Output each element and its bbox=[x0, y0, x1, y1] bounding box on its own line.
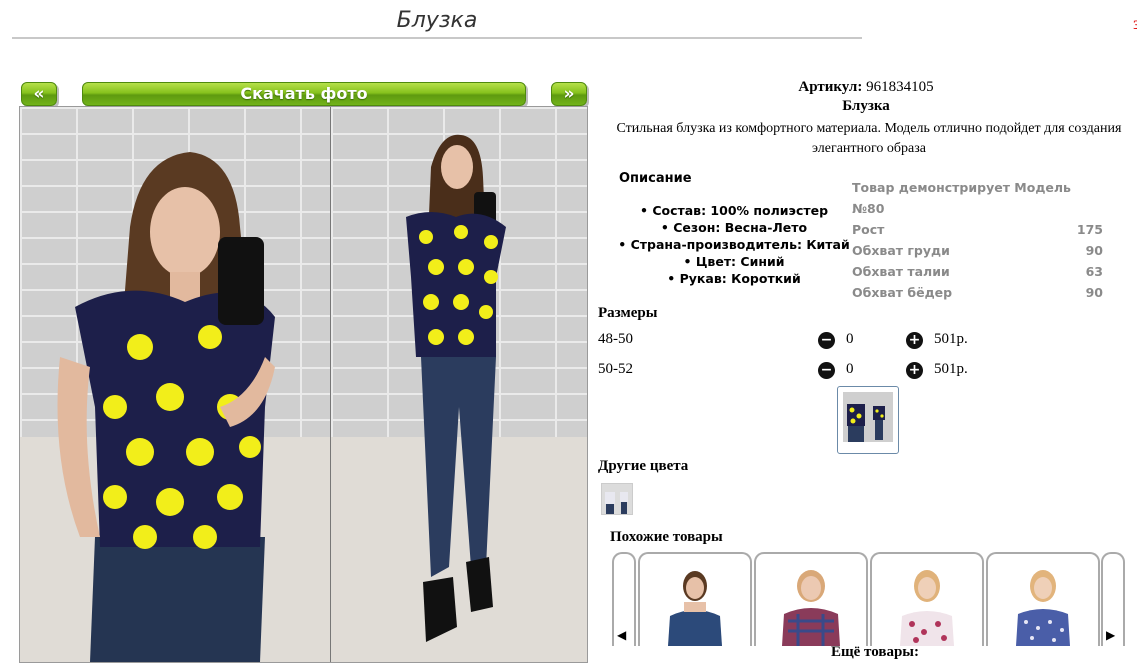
similar-title: Похожие товары bbox=[610, 529, 723, 545]
similar-product-image bbox=[900, 570, 954, 646]
more-products-label: Ещё товары: bbox=[830, 644, 920, 660]
details-title: Описание bbox=[619, 171, 692, 186]
article-value: 961834105 bbox=[866, 79, 934, 95]
model-measurements: Товар демонстрирует Модель №80 Рост 175 О… bbox=[852, 177, 1103, 303]
detail-item: Сезон: Весна-Лето bbox=[604, 219, 864, 236]
other-color-image bbox=[602, 484, 632, 514]
sizes-title: Размеры bbox=[598, 305, 658, 321]
similar-product-image bbox=[782, 570, 840, 646]
photo-right-half bbox=[331, 107, 587, 662]
model-front-image bbox=[57, 152, 275, 662]
model-full-image bbox=[406, 134, 506, 642]
carousel-prev-icon[interactable]: ◀ bbox=[612, 552, 636, 646]
detail-item: Цвет: Синий bbox=[604, 253, 864, 270]
article-label: Артикул: bbox=[798, 79, 863, 95]
model-row: Обхват бёдер 90 bbox=[852, 285, 1103, 300]
model-title: Товар демонстрирует Модель №80 bbox=[852, 180, 1071, 216]
size-quantity: 0 bbox=[846, 361, 854, 377]
detail-item: Состав: 100% полиэстер bbox=[604, 202, 864, 219]
model-row: Обхват талии 63 bbox=[852, 264, 1103, 279]
detail-item: Рукав: Короткий bbox=[604, 270, 864, 287]
size-label: 50-52 bbox=[598, 361, 633, 377]
thumbnail-image bbox=[843, 392, 893, 442]
page-title: Блузка bbox=[12, 6, 862, 39]
similar-product-image bbox=[668, 571, 722, 646]
size-quantity: 0 bbox=[846, 331, 854, 347]
photo-thumbnail[interactable] bbox=[837, 386, 899, 454]
product-name: Блузка bbox=[842, 98, 890, 114]
side-mark: з bbox=[1133, 14, 1137, 32]
details-list: Состав: 100% полиэстер Сезон: Весна-Лето… bbox=[604, 202, 864, 287]
product-description: Стильная блузка из комфортного материала… bbox=[616, 121, 1122, 156]
size-row: 50-52 − 0 + 501р. bbox=[598, 361, 998, 383]
carousel-next-icon[interactable]: ▶ bbox=[1101, 552, 1125, 646]
similar-product-card[interactable] bbox=[754, 552, 868, 646]
next-photo-button[interactable]: » bbox=[551, 82, 587, 106]
model-row: Обхват груди 90 bbox=[852, 243, 1103, 258]
model-row: Рост 175 bbox=[852, 222, 1103, 237]
size-label: 48-50 bbox=[598, 331, 633, 347]
plus-circle-icon[interactable]: + bbox=[906, 362, 923, 379]
product-photo[interactable] bbox=[19, 106, 588, 663]
minus-circle-icon[interactable]: − bbox=[818, 332, 835, 349]
other-color-thumbnail[interactable] bbox=[601, 483, 633, 515]
minus-circle-icon[interactable]: − bbox=[818, 362, 835, 379]
size-price: 501р. bbox=[934, 361, 968, 377]
similar-product-card[interactable] bbox=[986, 552, 1100, 646]
similar-product-card[interactable] bbox=[870, 552, 984, 646]
download-photo-button[interactable]: Скачать фото bbox=[82, 82, 526, 106]
other-colors-title: Другие цвета bbox=[598, 458, 689, 474]
size-price: 501р. bbox=[934, 331, 968, 347]
similar-product-image bbox=[1016, 570, 1070, 646]
detail-item: Страна-производитель: Китай bbox=[604, 236, 864, 253]
plus-circle-icon[interactable]: + bbox=[906, 332, 923, 349]
size-row: 48-50 − 0 + 501р. bbox=[598, 331, 998, 353]
prev-photo-button[interactable]: « bbox=[21, 82, 57, 106]
article-line: Артикул: 961834105 bbox=[596, 79, 1136, 96]
photo-left-half bbox=[20, 107, 330, 662]
similar-product-card[interactable] bbox=[638, 552, 752, 646]
